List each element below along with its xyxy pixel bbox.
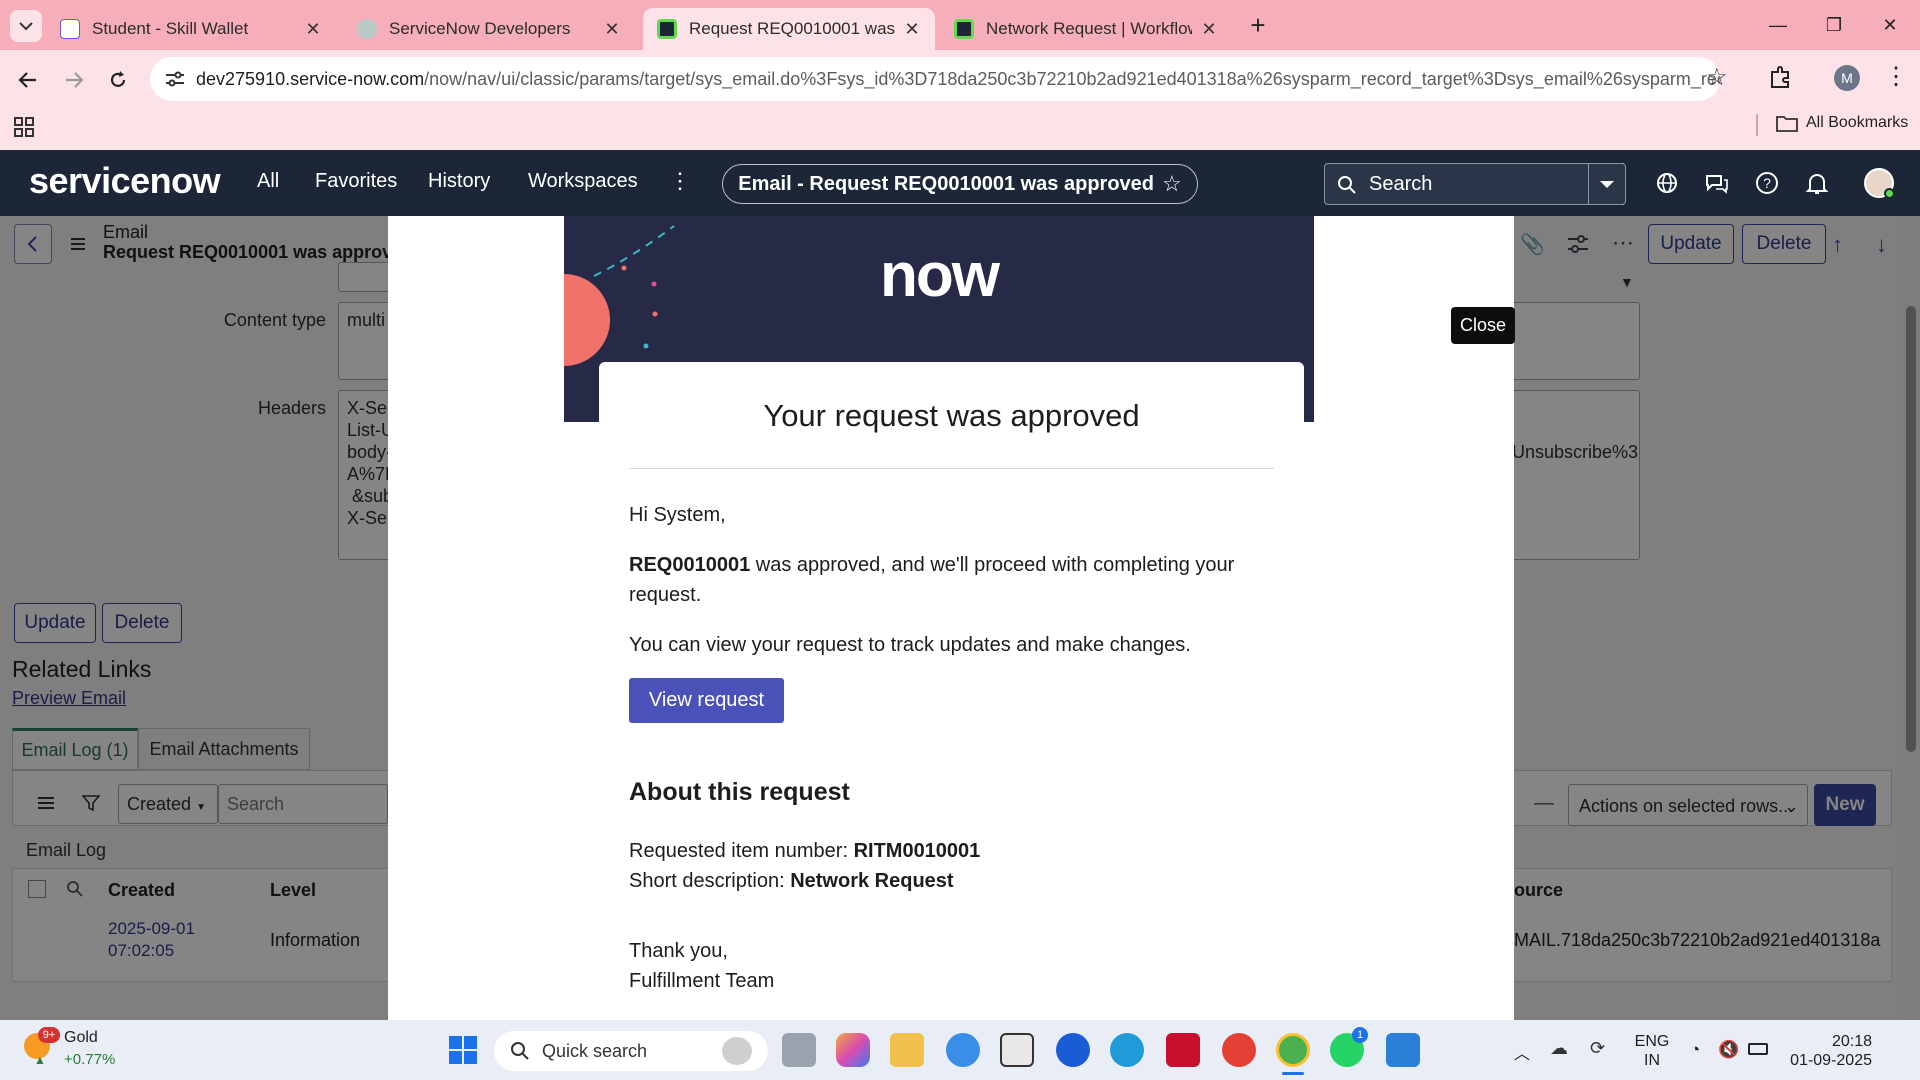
context-title-pill[interactable]: Email - Request REQ0010001 was approved …	[722, 164, 1198, 204]
servicenow-icon	[357, 19, 377, 39]
all-bookmarks-button[interactable]: All Bookmarks	[1776, 114, 1908, 132]
item-number-line: Requested item number: RITM0010001	[629, 840, 981, 862]
divider	[629, 468, 1274, 469]
new-tab-button[interactable]: +	[1244, 12, 1272, 40]
reload-button[interactable]	[100, 62, 136, 98]
chrome-active-icon[interactable]	[1276, 1033, 1310, 1067]
edge-icon[interactable]	[1110, 1033, 1144, 1067]
weather-widget[interactable]: 9+ Gold +0.77% ▲	[20, 1027, 140, 1073]
favorite-star-icon[interactable]: ☆	[1162, 171, 1182, 197]
address-bar[interactable]: dev275910.service-now.com/now/nav/ui/cla…	[150, 57, 1720, 101]
battery-icon[interactable]	[1748, 1043, 1768, 1055]
bookmarks-bar	[0, 108, 1920, 150]
nav-all[interactable]: All	[257, 170, 279, 193]
close-tab-icon[interactable]: ✕	[1200, 19, 1218, 40]
profile-avatar[interactable]: M	[1834, 65, 1860, 91]
view-request-button[interactable]: View request	[629, 678, 784, 723]
arrow-right-icon	[66, 72, 84, 88]
globe-icon[interactable]	[1654, 170, 1682, 198]
email-card: Your request was approved Hi System, REQ…	[599, 362, 1304, 1020]
bookmark-star-button[interactable]: ☆	[1706, 66, 1730, 90]
servicenow-icon	[657, 19, 677, 39]
close-tab-icon[interactable]: ✕	[903, 19, 921, 40]
copilot-icon[interactable]	[836, 1033, 870, 1067]
wifi-icon[interactable]: ◔	[1690, 1040, 1700, 1060]
chevron-down-icon	[19, 22, 33, 31]
nav-favorites[interactable]: Favorites	[315, 170, 397, 193]
bookmarks-divider	[1756, 114, 1758, 136]
mcafee-icon[interactable]	[1166, 1033, 1200, 1067]
now-logo: now	[880, 241, 1000, 310]
email-heading: Your request was approved	[763, 398, 1140, 433]
restore-button[interactable]: ❐	[1806, 0, 1862, 50]
forward-button[interactable]	[56, 62, 92, 98]
chrome-profile-r-icon[interactable]	[1222, 1033, 1256, 1067]
back-button[interactable]	[10, 62, 46, 98]
help-app-icon[interactable]	[946, 1033, 980, 1067]
user-avatar[interactable]	[1864, 168, 1895, 199]
language-indicator[interactable]: ENG IN	[1628, 1032, 1676, 1070]
skill-wallet-icon	[60, 19, 80, 39]
more-menu-icon[interactable]: ⋮	[669, 168, 691, 194]
whatsapp-icon[interactable]: 1	[1330, 1027, 1368, 1067]
tab-request-approved[interactable]: Request REQ0010001 was appr ✕	[643, 8, 935, 50]
about-heading: About this request	[629, 778, 850, 806]
nav-workspaces[interactable]: Workspaces	[528, 170, 638, 193]
view-info-text: You can view your request to track updat…	[629, 634, 1191, 656]
chat-icon[interactable]	[1704, 170, 1732, 198]
close-tab-icon[interactable]: ✕	[304, 19, 322, 40]
bell-icon[interactable]	[1804, 170, 1832, 198]
site-info-icon[interactable]	[164, 69, 186, 89]
sync-icon[interactable]: ⟳	[1590, 1038, 1605, 1059]
email-preview-modal: now Your request was approved Hi System,…	[388, 216, 1514, 1020]
greeting-text: Hi System,	[629, 504, 726, 526]
global-search-input[interactable]: Search	[1324, 163, 1624, 205]
search-highlight-icon	[722, 1037, 752, 1065]
taskbar-search[interactable]: Quick search	[494, 1031, 768, 1071]
trend-up-icon: ▲	[34, 1053, 46, 1067]
search-scope-dropdown[interactable]	[1588, 163, 1626, 205]
tab-servicenow-developers[interactable]: ServiceNow Developers ✕	[343, 8, 635, 50]
thanks-text: Thank you,	[629, 940, 728, 962]
photos-icon[interactable]	[1386, 1033, 1420, 1067]
apps-grid-icon[interactable]	[14, 117, 34, 137]
task-view-icon[interactable]	[782, 1033, 816, 1067]
extensions-button[interactable]	[1768, 64, 1796, 92]
team-signature: Fulfillment Team	[629, 970, 775, 992]
presence-dot	[1884, 188, 1895, 199]
file-explorer-icon[interactable]	[890, 1033, 924, 1067]
nav-history[interactable]: History	[428, 170, 490, 193]
tray-chevron-icon[interactable]: ︿	[1514, 1040, 1530, 1064]
close-window-button[interactable]: ✕	[1862, 0, 1918, 50]
microsoft-store-icon[interactable]	[1000, 1033, 1034, 1067]
clock[interactable]: 20:18 01-09-2025	[1782, 1032, 1872, 1070]
notification-badge: 9+	[38, 1027, 60, 1043]
servicenow-logo[interactable]: servicenow	[29, 160, 221, 202]
search-icon	[511, 1042, 529, 1060]
folder-icon	[1776, 116, 1798, 132]
reload-icon	[110, 71, 126, 87]
help-icon[interactable]: ?	[1754, 170, 1782, 198]
servicenow-icon	[954, 19, 974, 39]
browser-menu-button[interactable]: ⋮	[1884, 64, 1908, 92]
svg-text:?: ?	[1763, 175, 1771, 191]
tab-search-button[interactable]	[10, 10, 42, 42]
search-icon	[1338, 176, 1356, 194]
close-modal-button[interactable]: Close	[1451, 307, 1515, 344]
tab-skill-wallet[interactable]: Student - Skill Wallet ✕	[46, 8, 336, 50]
volume-muted-icon[interactable]: 🔇	[1718, 1040, 1739, 1060]
hp-icon[interactable]	[1056, 1033, 1090, 1067]
onedrive-icon[interactable]: ☁	[1550, 1038, 1568, 1059]
arrow-left-icon	[18, 72, 36, 88]
approval-text: REQ0010001 was approved, and we'll proce…	[629, 554, 1235, 606]
short-description-line: Short description: Network Request	[629, 870, 954, 892]
active-app-indicator	[1282, 1072, 1304, 1075]
minimize-button[interactable]: —	[1750, 0, 1806, 50]
puzzle-icon	[1771, 66, 1789, 88]
close-tab-icon[interactable]: ✕	[603, 19, 621, 40]
tab-network-request[interactable]: Network Request | Workflow St ✕	[940, 8, 1232, 50]
start-button[interactable]	[446, 1033, 480, 1067]
caret-down-icon	[1600, 181, 1614, 188]
